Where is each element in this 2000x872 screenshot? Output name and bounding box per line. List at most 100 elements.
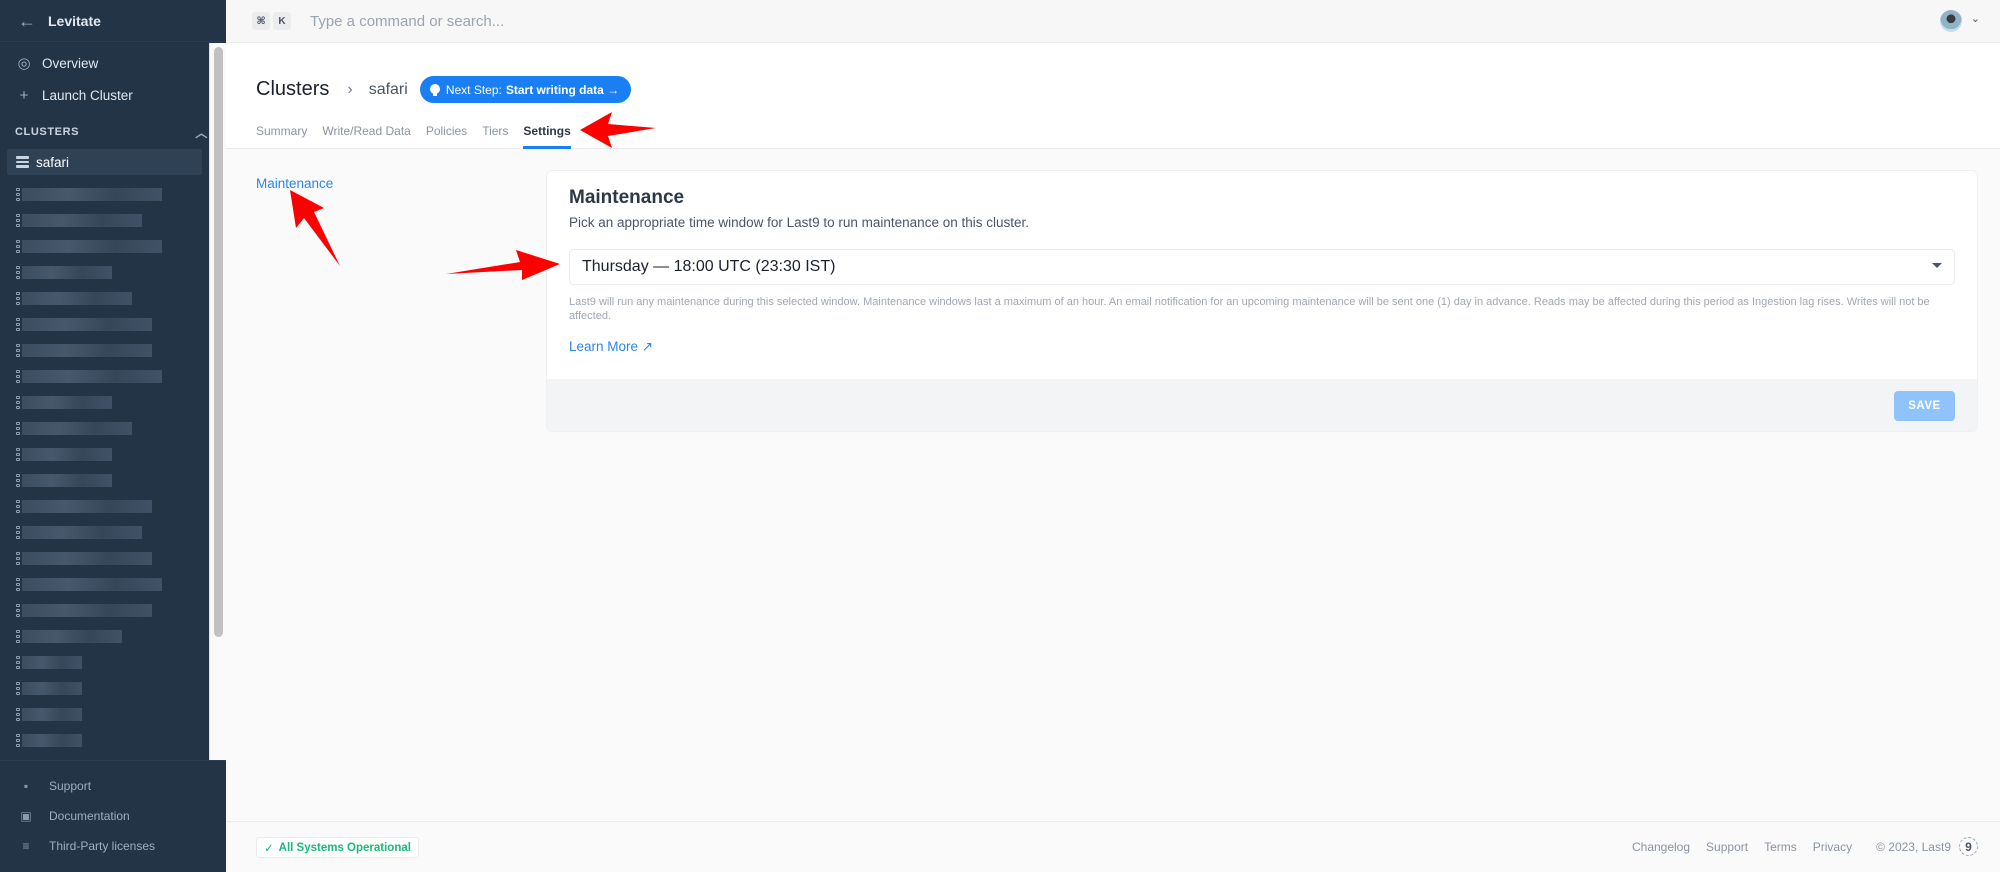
user-avatar[interactable]: [1940, 10, 1962, 32]
chevron-down-icon[interactable]: ⌄: [1971, 12, 1980, 25]
server-stack-icon: [16, 265, 20, 279]
terms-link[interactable]: Terms: [1764, 840, 1797, 854]
sidebar-item-label: Overview: [42, 55, 99, 71]
tab-policies[interactable]: Policies: [426, 123, 467, 149]
tab-write-read-data[interactable]: Write/Read Data: [322, 123, 410, 149]
next-step-label: Start writing data →: [505, 82, 620, 97]
privacy-link[interactable]: Privacy: [1813, 840, 1852, 854]
card-description: Pick an appropriate time window for Last…: [569, 215, 1029, 230]
chevron-up-icon[interactable]: ︿: [195, 124, 208, 141]
cluster-item-redacted[interactable]: [16, 207, 226, 233]
redacted-cluster-name: [22, 421, 132, 435]
next-step-button[interactable]: Next Step: Start writing data →: [419, 76, 632, 103]
sidebar-item-overview[interactable]: ◎ Overview: [0, 47, 226, 79]
server-stack-icon: [16, 239, 20, 253]
clusters-section-header[interactable]: CLUSTERS ︿: [0, 115, 226, 149]
sidebar-footer: ▪ Support ▣ Documentation ≡ Third-Party …: [0, 760, 226, 872]
globe-search-icon: ◎: [17, 55, 31, 72]
server-stack-icon: [16, 603, 20, 617]
sidebar-licenses-link[interactable]: ≡ Third-Party licenses: [0, 831, 226, 861]
server-stack-icon: [16, 343, 20, 357]
last9-logo-icon: 9: [1959, 837, 1978, 856]
server-stack-icon: [16, 317, 20, 331]
cluster-item-redacted[interactable]: [16, 649, 226, 675]
documentation-label: Documentation: [49, 809, 130, 823]
server-stack-icon: [16, 187, 20, 201]
cluster-item-active[interactable]: safari: [7, 149, 202, 175]
tab-tiers[interactable]: Tiers: [482, 123, 508, 149]
cluster-item-redacted[interactable]: [16, 233, 226, 259]
cluster-item-redacted[interactable]: [16, 571, 226, 597]
cluster-item-redacted[interactable]: [16, 441, 226, 467]
cluster-item-redacted[interactable]: [16, 415, 226, 441]
command-bar: ⌘ K ⌄: [226, 0, 2000, 43]
k-key-hint: K: [273, 12, 291, 30]
plus-icon: +: [19, 86, 29, 104]
server-stack-icon: [16, 525, 20, 539]
server-stack-icon: [16, 577, 20, 591]
redacted-cluster-name: [22, 187, 162, 201]
cluster-item-redacted[interactable]: [16, 519, 226, 545]
cluster-item-redacted[interactable]: [16, 675, 226, 701]
tab-settings[interactable]: Settings: [523, 123, 572, 149]
cmd-key-hint: ⌘: [252, 12, 270, 30]
server-stack-icon: [16, 629, 20, 643]
sidebar-scrollbar[interactable]: [209, 43, 226, 760]
support-link[interactable]: Support: [1706, 840, 1748, 854]
redacted-cluster-name: [22, 239, 162, 253]
sidebar-item-launch-cluster[interactable]: + Launch Cluster: [0, 79, 226, 111]
redacted-cluster-name: [22, 343, 152, 357]
breadcrumb-clusters[interactable]: Clusters: [256, 78, 329, 101]
scrollbar-thumb[interactable]: [214, 47, 223, 637]
server-stack-icon: [16, 499, 20, 513]
cluster-item-redacted[interactable]: [16, 493, 226, 519]
redacted-cluster-name: [22, 603, 152, 617]
server-stack-icon: [16, 395, 20, 409]
redacted-cluster-name: [22, 681, 82, 695]
cluster-item-redacted[interactable]: [16, 597, 226, 623]
selected-window-value: Thursday — 18:00 UTC (23:30 IST): [582, 258, 836, 275]
redacted-cluster-name: [22, 473, 112, 487]
cluster-item-redacted[interactable]: [16, 467, 226, 493]
annotation-arrow-select: [446, 250, 560, 280]
cluster-item-redacted[interactable]: [16, 701, 226, 727]
cluster-item-redacted[interactable]: [16, 363, 226, 389]
redacted-cluster-name: [22, 213, 142, 227]
server-stack-icon: [16, 707, 20, 721]
redacted-cluster-name: [22, 577, 162, 591]
redacted-cluster-name: [22, 447, 112, 461]
page-footer: ✓ All Systems Operational Changelog Supp…: [226, 821, 2000, 872]
tab-summary[interactable]: Summary: [256, 123, 307, 149]
settings-nav-maintenance[interactable]: Maintenance: [256, 176, 333, 191]
copyright: © 2023, Last9: [1876, 839, 1951, 854]
maintenance-window-select[interactable]: Thursday — 18:00 UTC (23:30 IST): [569, 249, 1955, 285]
breadcrumb-separator-icon: ›: [347, 80, 353, 98]
sidebar-documentation-link[interactable]: ▣ Documentation: [0, 801, 226, 831]
cluster-item-redacted[interactable]: [16, 311, 226, 337]
cluster-item-redacted[interactable]: [16, 727, 226, 753]
sidebar-scroll-area: ◎ Overview + Launch Cluster CLUSTERS ︿ s…: [0, 43, 226, 760]
cluster-item-redacted[interactable]: [16, 337, 226, 363]
changelog-link[interactable]: Changelog: [1632, 840, 1690, 854]
cluster-item-redacted[interactable]: [16, 623, 226, 649]
clusters-section-label: CLUSTERS: [15, 126, 80, 138]
status-text: All Systems Operational: [278, 841, 411, 854]
learn-more-link[interactable]: Learn More ↗: [569, 339, 653, 355]
command-search-input[interactable]: [310, 12, 910, 30]
cluster-item-redacted[interactable]: [16, 259, 226, 285]
sidebar: ← Levitate ◎ Overview + Launch Cluster C…: [0, 0, 226, 872]
redacted-cluster-name: [22, 733, 82, 747]
breadcrumb: Clusters › safari Next Step: Start writi…: [256, 76, 632, 103]
book-icon: ▣: [20, 809, 32, 823]
server-stack-icon: [16, 291, 20, 305]
cluster-item-redacted[interactable]: [16, 389, 226, 415]
cluster-item-redacted[interactable]: [16, 181, 226, 207]
licenses-label: Third-Party licenses: [49, 839, 156, 853]
back-arrow-icon[interactable]: ←: [18, 12, 36, 30]
system-status-badge[interactable]: ✓ All Systems Operational: [256, 837, 419, 858]
cluster-item-redacted[interactable]: [16, 285, 226, 311]
save-button[interactable]: SAVE: [1894, 391, 1955, 421]
cluster-item-redacted[interactable]: [16, 545, 226, 571]
lightbulb-icon: [429, 83, 440, 96]
sidebar-support-link[interactable]: ▪ Support: [0, 771, 226, 801]
